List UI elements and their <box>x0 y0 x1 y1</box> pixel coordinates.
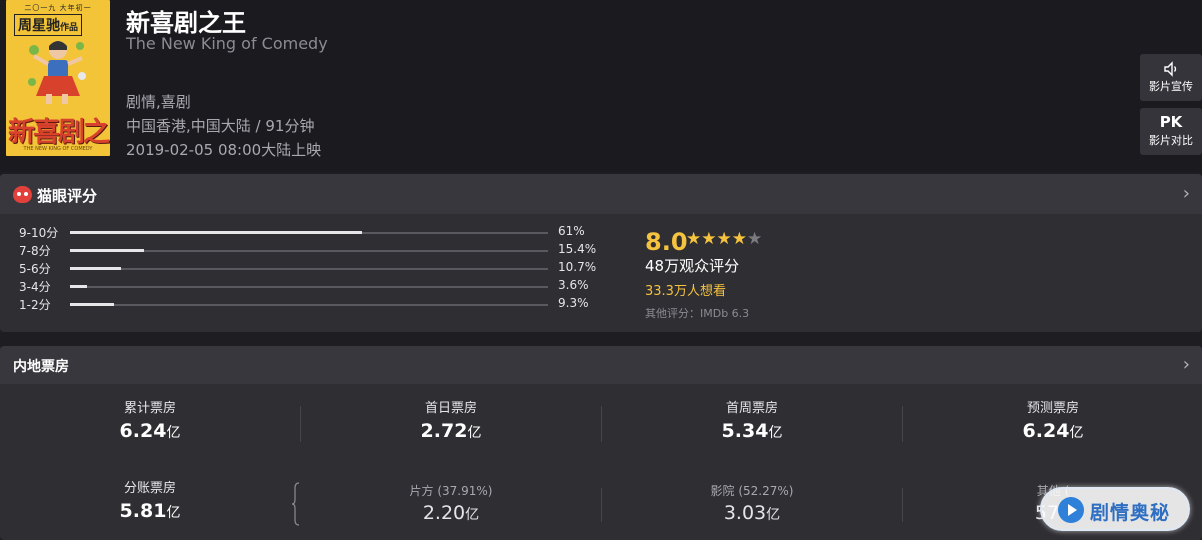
rating-score: 8.0 <box>645 228 688 256</box>
star-icon: ★ <box>686 229 702 249</box>
movie-origin-duration: 中国香港,中国大陆 / 91分钟 <box>126 117 315 135</box>
rating-row-percent: 9.3% <box>558 296 589 310</box>
stat-value: 5.34亿 <box>721 420 783 442</box>
stat-first-day-box-office: 首日票房 2.72亿 <box>301 400 601 446</box>
rating-bar-fill <box>70 249 144 252</box>
rating-row: 1-2分 9.3% <box>0 296 600 314</box>
stat-value: 5.81亿 <box>119 500 181 522</box>
rating-row: 5-6分 10.7% <box>0 260 600 278</box>
stat-label: 分账票房 <box>123 481 176 496</box>
promo-button-label: 影片宣传 <box>1149 80 1193 93</box>
rating-row-label: 3-4分 <box>19 280 51 294</box>
rating-row-label: 1-2分 <box>19 298 51 312</box>
rating-bar-fill <box>70 285 88 288</box>
stat-first-week-box-office: 首周票房 5.34亿 <box>602 400 902 446</box>
maoyan-cat-icon <box>13 186 32 203</box>
rating-bar-track <box>70 231 548 234</box>
stat-split-box-office: 分账票房 5.81亿 <box>0 480 300 526</box>
stat-value: 6.24亿 <box>1022 420 1084 442</box>
promo-button[interactable]: 影片宣传 <box>1140 54 1202 101</box>
poster-top-text: 二〇一九 大年初一 <box>24 4 92 12</box>
star-empty-icon: ★ <box>747 229 763 249</box>
rating-bar-track <box>70 285 548 288</box>
stat-value: 2.20亿 <box>422 502 480 524</box>
rating-row: 7-8分 15.4% <box>0 242 600 260</box>
rating-row-percent: 61% <box>558 224 585 238</box>
chevron-right-icon[interactable]: › <box>1183 354 1190 375</box>
watermark-badge: 剧情奥秘 <box>1040 487 1190 531</box>
movie-release-date: 2019-02-05 08:00大陆上映 <box>126 141 322 159</box>
rating-bar-track <box>70 303 548 306</box>
rating-row-label: 9-10分 <box>19 226 59 240</box>
rating-bar-fill <box>70 267 122 270</box>
play-icon <box>1058 497 1084 523</box>
stat-label: 影院 (52.27%) <box>710 484 794 498</box>
star-icon: ★ <box>701 229 717 249</box>
stat-value: 6.24亿 <box>119 420 181 442</box>
chevron-right-icon[interactable]: › <box>1183 183 1190 204</box>
rating-bar-track <box>70 249 548 252</box>
stat-label: 片方 (37.91%) <box>409 484 493 498</box>
movie-header: 二〇一九 大年初一 周星驰作品 新喜剧之王 THE NEW KING OF CO… <box>0 0 1202 172</box>
stat-label: 首日票房 <box>424 401 477 416</box>
stat-cinema-share: 影院 (52.27%) 3.03亿 <box>602 482 902 528</box>
rating-row: 9-10分 61% <box>0 224 600 242</box>
star-icon: ★ <box>731 229 747 249</box>
rating-row: 3-4分 3.6% <box>0 278 600 296</box>
rating-row-label: 5-6分 <box>19 262 51 276</box>
rating-row-percent: 3.6% <box>558 278 589 292</box>
rating-header-title: 猫眼评分 <box>37 187 98 205</box>
rating-panel-header[interactable]: 猫眼评分 › <box>0 174 1202 214</box>
watermark-text: 剧情奥秘 <box>1090 502 1171 524</box>
want-to-see-count: 33.3万人想看 <box>645 284 726 299</box>
stat-label: 首周票房 <box>725 401 778 416</box>
compare-button-label: 影片对比 <box>1149 134 1193 147</box>
rating-stars: ★★★★★ <box>686 229 762 249</box>
speaker-icon <box>1140 57 1202 79</box>
rating-row-percent: 15.4% <box>558 242 597 256</box>
rating-row-label: 7-8分 <box>19 244 51 258</box>
movie-genres: 剧情,喜剧 <box>126 93 191 111</box>
compare-button[interactable]: PK 影片对比 <box>1140 108 1202 155</box>
rating-bar-fill <box>70 231 362 234</box>
poster-english-text: THE NEW KING OF COMEDY <box>23 146 93 152</box>
poster-illustration <box>24 36 90 106</box>
movie-english-title: The New King of Comedy <box>126 34 328 53</box>
other-ratings[interactable]: 其他评分：IMDb 6.3 <box>645 305 749 321</box>
stat-value: 2.72亿 <box>420 420 482 442</box>
rating-row-percent: 10.7% <box>558 260 597 274</box>
stat-value: 3.03亿 <box>723 502 781 524</box>
stat-producer-share: 片方 (37.91%) 2.20亿 <box>301 482 601 528</box>
rating-bar-track <box>70 267 548 270</box>
movie-poster[interactable]: 二〇一九 大年初一 周星驰作品 新喜剧之王 THE NEW KING OF CO… <box>6 0 110 156</box>
movie-title: 新喜剧之王 <box>126 9 246 37</box>
stat-total-box-office: 累计票房 6.24亿 <box>0 400 300 446</box>
poster-author: 周星驰作品 <box>14 14 83 36</box>
stat-label: 预测票房 <box>1026 401 1079 416</box>
star-icon: ★ <box>716 229 732 249</box>
box-office-title: 内地票房 <box>13 359 69 375</box>
rating-bar-fill <box>70 303 115 306</box>
pk-icon: PK <box>1159 113 1183 131</box>
stat-forecast-box-office: 预测票房 6.24亿 <box>903 400 1202 446</box>
box-office-header[interactable]: 内地票房 › <box>0 346 1202 384</box>
stat-label: 累计票房 <box>123 401 176 416</box>
rating-vote-count: 48万观众评分 <box>645 257 740 275</box>
